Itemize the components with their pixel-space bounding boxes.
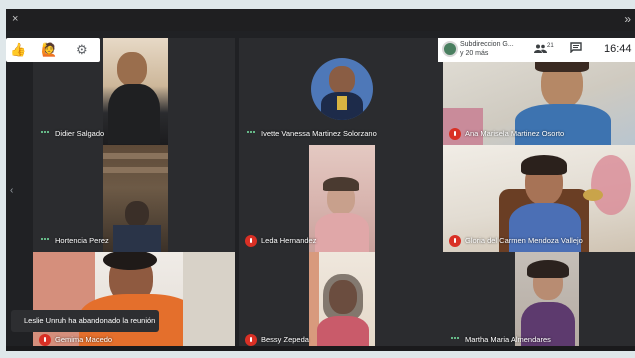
notification-toast: Leslie Unruh ha abandonado la reunión xyxy=(11,310,159,332)
group-name: Subdireccion G... xyxy=(460,41,514,48)
meeting-info-panel: Subdireccion G... y 20 más 21 16:44 xyxy=(438,38,635,62)
thumbs-up-icon[interactable]: 👍 xyxy=(10,42,26,58)
speaking-indicator xyxy=(247,131,257,135)
participant-tile[interactable]: Bessy Zepeda xyxy=(239,252,443,351)
participant-tile[interactable]: Martha Maria Almendares xyxy=(443,252,635,351)
chevron-left-icon[interactable]: ‹ xyxy=(10,185,13,196)
speaking-indicator xyxy=(41,238,51,242)
chat-icon[interactable] xyxy=(570,42,582,56)
participant-tile[interactable]: Hortencia Perez xyxy=(33,145,235,252)
participant-name: Gemima Macedo xyxy=(55,335,113,344)
participant-tile[interactable]: Gloria del Carmen Mendoza Vallejo xyxy=(443,145,635,252)
group-avatar xyxy=(442,41,458,57)
mic-off-icon xyxy=(245,235,257,247)
window-bottom-edge xyxy=(6,346,635,351)
participant-name: Martha Maria Almendares xyxy=(465,335,551,344)
participant-name: Ivette Vanessa Martinez Solorzano xyxy=(261,129,377,138)
collapse-icon[interactable]: » xyxy=(624,12,631,26)
raise-hand-icon[interactable]: 🙋 xyxy=(41,42,57,58)
close-icon[interactable]: × xyxy=(12,13,18,25)
avatar xyxy=(311,58,373,120)
notification-text: Leslie Unruh ha abandonado la reunión xyxy=(24,316,156,325)
participant-video xyxy=(103,145,168,252)
speaking-indicator xyxy=(451,337,461,341)
participant-video xyxy=(309,145,375,252)
window-titlebar: × » xyxy=(6,9,635,31)
meeting-clock: 16:44 xyxy=(604,43,632,55)
participant-name: Bessy Zepeda xyxy=(261,335,309,344)
others-count: y 20 más xyxy=(460,50,489,57)
participant-name: Gloria del Carmen Mendoza Vallejo xyxy=(465,236,583,245)
participant-name: Didier Salgado xyxy=(55,129,105,138)
people-icon[interactable]: 21 xyxy=(534,43,554,54)
speaking-indicator xyxy=(41,131,51,135)
participant-name: Leda Hernandez xyxy=(261,236,317,245)
participant-tile[interactable]: Ivette Vanessa Martinez Solorzano xyxy=(239,38,443,145)
participant-tile[interactable]: Gemima Macedo xyxy=(33,252,235,351)
participant-video xyxy=(309,252,375,351)
gear-icon[interactable]: ⚙ xyxy=(76,42,88,58)
people-count: 21 xyxy=(547,43,554,49)
participant-video xyxy=(103,38,168,145)
mic-off-icon xyxy=(449,128,461,140)
meeting-participants-summary[interactable]: Subdireccion G... y 20 más xyxy=(460,40,514,58)
participant-name: Hortencia Perez xyxy=(55,236,109,245)
mic-off-icon xyxy=(245,334,257,346)
participant-tile[interactable]: Leda Hernandez xyxy=(239,145,443,252)
reactions-bar: 👍 🙋 ⚙ xyxy=(6,38,100,62)
participant-name: Ana Marisela Martinez Osorto xyxy=(465,129,565,138)
mic-off-icon xyxy=(449,235,461,247)
mic-off-icon xyxy=(39,334,51,346)
